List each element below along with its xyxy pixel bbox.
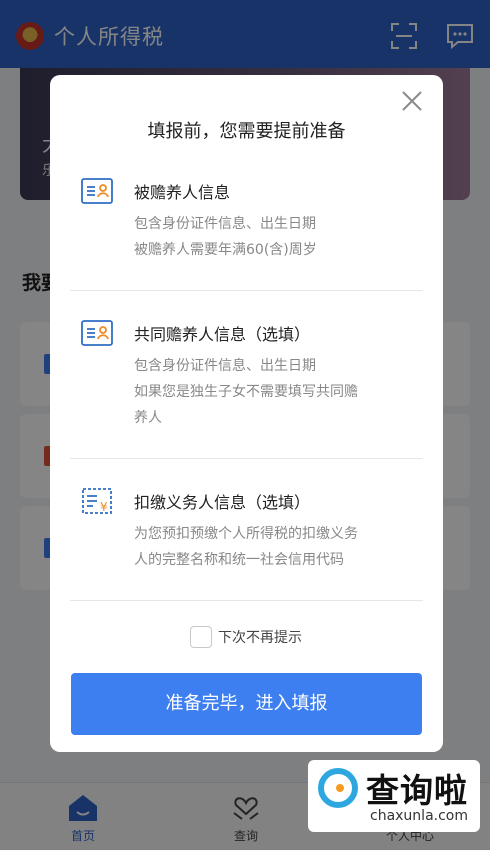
magnifier-logo-icon	[318, 768, 358, 808]
id-card-icon	[81, 320, 113, 346]
tax-document-icon: ¥	[82, 488, 112, 514]
item-desc: 为您预扣预缴个人所得税的扣缴义务 人的完整名称和统一社会信用代码	[134, 526, 358, 568]
divider	[70, 600, 423, 601]
dont-show-again-label: 下次不再提示	[218, 630, 302, 646]
confirm-fill-button[interactable]: 准备完毕，进入填报	[71, 673, 422, 735]
dont-show-again-checkbox[interactable]	[190, 626, 212, 648]
item-title: 扣缴义务人信息（选填）	[134, 493, 311, 512]
item-desc: 包含身份证件信息、出生日期 被赡养人需要年满60(含)周岁	[134, 216, 317, 258]
item-desc: 包含身份证件信息、出生日期 如果您是独生子女不需要填写共同赡 养人	[134, 358, 358, 426]
id-card-icon	[81, 178, 113, 204]
item-title: 共同赡养人信息（选填）	[134, 325, 311, 344]
watermark-url: chaxunla.com	[370, 808, 468, 824]
watermark-logo: 查询啦 chaxunla.com	[308, 760, 480, 832]
preparation-dialog: 填报前，您需要提前准备 被赡养人信息 包含身份证件信息、出生日期 被赡养人需要年…	[50, 75, 443, 752]
divider	[70, 458, 423, 459]
dialog-title: 填报前，您需要提前准备	[147, 121, 346, 142]
svg-text:¥: ¥	[100, 500, 108, 514]
close-icon[interactable]	[398, 87, 426, 115]
watermark-text: 查询啦	[366, 771, 468, 810]
item-title: 被赡养人信息	[134, 183, 231, 202]
divider	[70, 290, 423, 291]
